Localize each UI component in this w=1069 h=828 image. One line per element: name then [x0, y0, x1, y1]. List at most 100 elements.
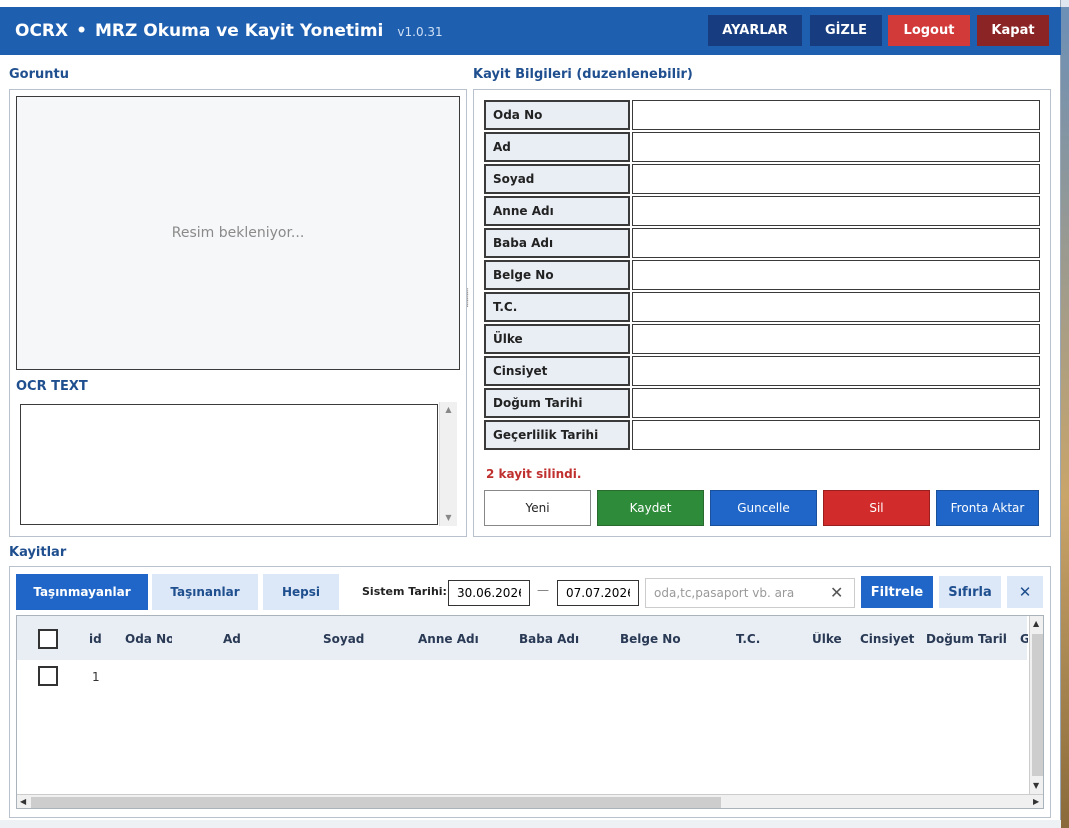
- column-header-oda-no[interactable]: Oda No: [125, 632, 172, 646]
- form-row-oda-no: Oda No: [484, 100, 1040, 132]
- date-range-separator: —: [537, 583, 549, 597]
- close-app-button[interactable]: Kapat: [977, 15, 1049, 46]
- table-horizontal-scrollbar[interactable]: ◀ ▶: [17, 794, 1043, 808]
- scroll-left-icon[interactable]: ◀: [20, 797, 26, 806]
- close-filter-button[interactable]: ✕: [1007, 576, 1043, 608]
- app-brand: OCRX • MRZ Okuma ve Kayit Yonetimi v1.0.31: [15, 21, 443, 41]
- scroll-up-icon[interactable]: ▲: [440, 402, 457, 418]
- column-header-tc[interactable]: T.C.: [736, 632, 776, 646]
- save-button[interactable]: Kaydet: [597, 490, 704, 526]
- column-header-belge-no[interactable]: Belge No: [620, 632, 700, 646]
- ad-input[interactable]: [632, 132, 1040, 162]
- field-label: Doğum Tarihi: [484, 388, 630, 418]
- app-name: OCRX: [15, 21, 69, 41]
- panel-splitter-handle[interactable]: ⁞ ⁞ ⁞: [466, 288, 471, 312]
- tc-input[interactable]: [632, 292, 1040, 322]
- reset-button[interactable]: Sıfırla: [939, 576, 1001, 608]
- row-id-cell: 1: [92, 670, 100, 684]
- brand-separator: •: [76, 21, 87, 41]
- column-header-truncated[interactable]: G: [1020, 632, 1028, 646]
- select-all-checkbox[interactable]: [38, 629, 58, 649]
- column-header-baba-adi[interactable]: Baba Adı: [519, 632, 599, 646]
- form-row-gecerlilik-tarihi: Geçerlilik Tarihi: [484, 420, 1040, 452]
- hide-button[interactable]: GİZLE: [810, 15, 882, 46]
- table-header: id Oda No Ad Soyad Anne Adı Baba Adı Bel…: [17, 616, 1028, 660]
- image-placeholder: Resim bekleniyor...: [171, 225, 305, 241]
- field-label: T.C.: [484, 292, 630, 322]
- field-label: Ülke: [484, 324, 630, 354]
- form-row-tc: T.C.: [484, 292, 1040, 324]
- date-from-input[interactable]: [448, 580, 530, 606]
- field-label: Geçerlilik Tarihi: [484, 420, 630, 450]
- system-date-label: Sistem Tarihi:: [362, 585, 447, 598]
- dogum-tarihi-input[interactable]: [632, 388, 1040, 418]
- form-row-baba-adi: Baba Adı: [484, 228, 1040, 260]
- ocr-scrollbar[interactable]: ▲ ▼: [439, 402, 457, 526]
- record-form: Oda No Ad Soyad Anne Adı Baba Adı Belge …: [484, 100, 1040, 452]
- field-label: Soyad: [484, 164, 630, 194]
- scroll-down-icon[interactable]: ▼: [440, 510, 457, 526]
- column-header-dogum-tarihi[interactable]: Doğum Tarihi: [926, 632, 1006, 646]
- column-header-anne-adi[interactable]: Anne Adı: [418, 632, 498, 646]
- baba-adi-input[interactable]: [632, 228, 1040, 258]
- field-label: Anne Adı: [484, 196, 630, 226]
- form-row-ad: Ad: [484, 132, 1040, 164]
- scroll-down-icon[interactable]: ▼: [1033, 781, 1039, 790]
- form-row-ulke: Ülke: [484, 324, 1040, 356]
- scroll-up-icon[interactable]: ▲: [1033, 619, 1039, 628]
- form-row-anne-adi: Anne Adı: [484, 196, 1040, 228]
- column-header-cinsiyet[interactable]: Cinsiyet: [860, 632, 930, 646]
- new-record-button[interactable]: Yeni: [484, 490, 591, 526]
- vertical-scroll-thumb[interactable]: [1032, 634, 1043, 776]
- oda-no-input[interactable]: [632, 100, 1040, 130]
- image-section-label: Goruntu: [9, 67, 69, 82]
- cinsiyet-input[interactable]: [632, 356, 1040, 386]
- app-window: OCRX • MRZ Okuma ve Kayit Yonetimi v1.0.31 …: [0, 0, 1061, 828]
- field-label: Baba Adı: [484, 228, 630, 258]
- column-header-ad[interactable]: Ad: [223, 632, 263, 646]
- tab-all[interactable]: Hepsi: [263, 574, 339, 610]
- soyad-input[interactable]: [632, 164, 1040, 194]
- date-to-input[interactable]: [557, 580, 639, 606]
- update-button[interactable]: Guncelle: [710, 490, 817, 526]
- horizontal-scroll-thumb[interactable]: [31, 797, 721, 808]
- form-section-label: Kayit Bilgileri (duzenlenebilir): [473, 67, 693, 82]
- anne-adi-input[interactable]: [632, 196, 1040, 226]
- app-version: v1.0.31: [397, 25, 443, 39]
- row-checkbox[interactable]: [38, 666, 58, 686]
- gecerlilik-tarihi-input[interactable]: [632, 420, 1040, 450]
- tab-moved[interactable]: Taşınanlar: [152, 574, 258, 610]
- status-message: 2 kayit silindi.: [486, 467, 582, 481]
- search-input[interactable]: [645, 578, 855, 608]
- table-vertical-scrollbar[interactable]: ▲ ▼: [1029, 616, 1043, 794]
- column-header-id[interactable]: id: [89, 632, 109, 646]
- records-section-label: Kayitlar: [9, 545, 67, 560]
- ocr-text-area[interactable]: [20, 404, 438, 525]
- app-title: MRZ Okuma ve Kayit Yonetimi: [95, 21, 384, 41]
- delete-button[interactable]: Sil: [823, 490, 930, 526]
- ocr-text-label: OCR TEXT: [16, 379, 88, 394]
- filter-button[interactable]: Filtrele: [861, 576, 933, 608]
- window-bottom-edge: [0, 820, 1061, 828]
- column-header-soyad[interactable]: Soyad: [323, 632, 383, 646]
- field-label: Cinsiyet: [484, 356, 630, 386]
- form-row-belge-no: Belge No: [484, 260, 1040, 292]
- ulke-input[interactable]: [632, 324, 1040, 354]
- field-label: Oda No: [484, 100, 630, 130]
- scroll-right-icon[interactable]: ▶: [1033, 797, 1039, 806]
- form-row-cinsiyet: Cinsiyet: [484, 356, 1040, 388]
- form-row-soyad: Soyad: [484, 164, 1040, 196]
- export-to-front-button[interactable]: Fronta Aktar: [936, 490, 1039, 526]
- image-preview: Resim bekleniyor...: [16, 96, 460, 370]
- settings-button[interactable]: AYARLAR: [708, 15, 802, 46]
- clear-search-icon[interactable]: ✕: [830, 583, 843, 602]
- app-header: OCRX • MRZ Okuma ve Kayit Yonetimi v1.0.31 …: [0, 7, 1061, 55]
- form-row-dogum-tarihi: Doğum Tarihi: [484, 388, 1040, 420]
- belge-no-input[interactable]: [632, 260, 1040, 290]
- field-label: Ad: [484, 132, 630, 162]
- field-label: Belge No: [484, 260, 630, 290]
- records-table: id Oda No Ad Soyad Anne Adı Baba Adı Bel…: [16, 615, 1044, 809]
- column-header-ulke[interactable]: Ülke: [812, 632, 852, 646]
- logout-button[interactable]: Logout: [888, 15, 970, 46]
- tab-not-moved[interactable]: Taşınmayanlar: [16, 574, 148, 610]
